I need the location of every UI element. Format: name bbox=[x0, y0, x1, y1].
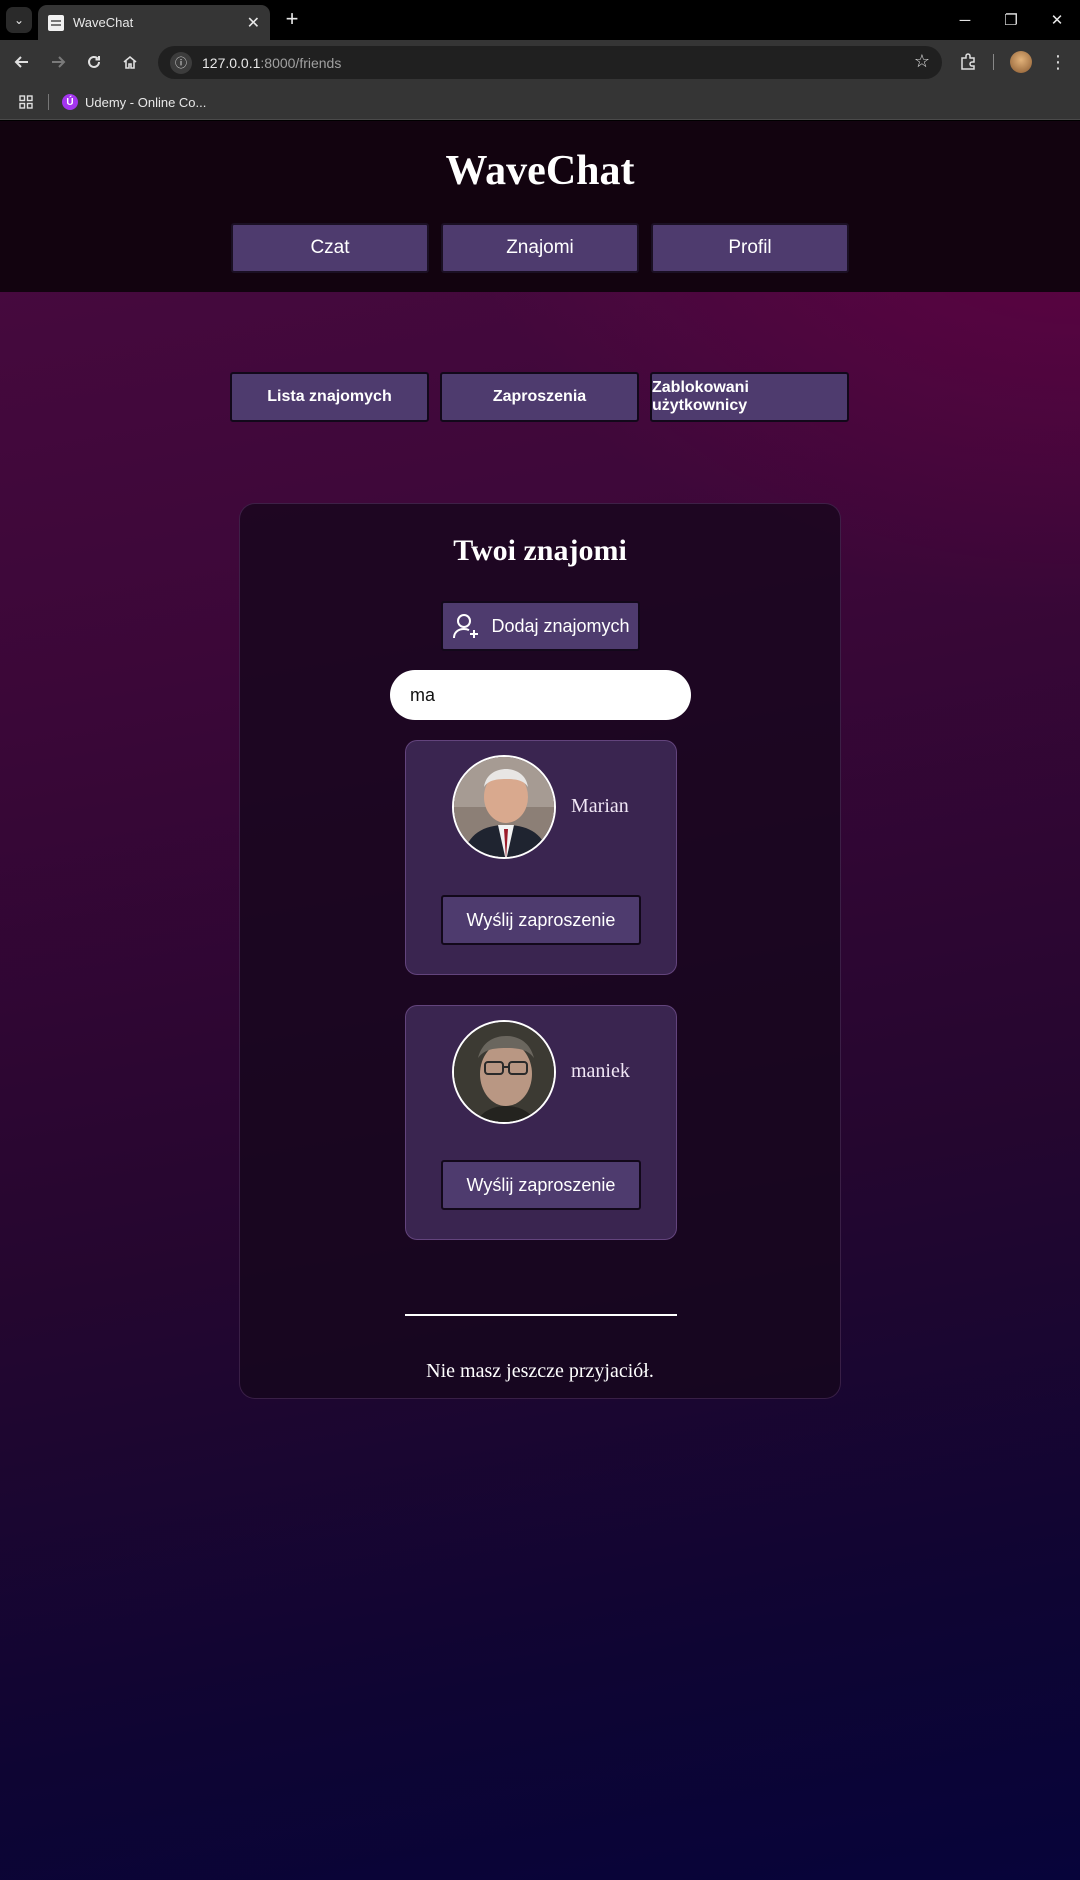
friend-search-input[interactable] bbox=[390, 670, 691, 720]
bookmark-star-icon[interactable]: ☆ bbox=[914, 51, 930, 72]
url-host: 127.0.0.1 bbox=[202, 54, 261, 71]
tab-search-chevron-icon[interactable]: ⌄ bbox=[6, 7, 32, 33]
reload-icon[interactable] bbox=[80, 48, 108, 76]
new-tab-plus-icon[interactable]: + bbox=[280, 8, 304, 32]
bookmark-label: Udemy - Online Co... bbox=[85, 94, 207, 110]
friends-card: Twoi znajomi Dodaj znajomych ma Marian W… bbox=[239, 503, 841, 1399]
page-favicon-icon bbox=[48, 14, 64, 31]
restore-icon[interactable]: ❐ bbox=[988, 0, 1034, 40]
browser-tab[interactable]: WaveChat ✕ bbox=[38, 5, 270, 40]
add-friends-label: Dodaj znajomych bbox=[491, 615, 630, 636]
avatar bbox=[452, 1020, 556, 1124]
user-name: Marian bbox=[571, 795, 629, 817]
menu-kebab-icon[interactable]: ⋮ bbox=[1044, 48, 1072, 76]
tab-title: WaveChat bbox=[73, 15, 134, 30]
nav-profile-button[interactable]: Profil bbox=[651, 223, 849, 273]
add-friends-button[interactable]: Dodaj znajomych bbox=[441, 601, 640, 651]
extensions-puzzle-icon[interactable] bbox=[954, 48, 982, 76]
home-icon[interactable] bbox=[116, 48, 144, 76]
profile-avatar[interactable] bbox=[1007, 48, 1035, 76]
tab-close-icon[interactable]: ✕ bbox=[247, 13, 260, 33]
site-header: WaveChat Czat Znajomi Profil bbox=[0, 121, 1080, 292]
add-user-icon bbox=[453, 614, 479, 639]
site-title: WaveChat bbox=[445, 148, 635, 194]
udemy-logo-icon: Ú bbox=[62, 94, 78, 110]
nav-friends-button[interactable]: Znajomi bbox=[441, 223, 639, 273]
forward-arrow-icon[interactable] bbox=[44, 48, 72, 76]
back-arrow-icon[interactable] bbox=[8, 48, 36, 76]
user-result-card: Marian Wyślij zaproszenie bbox=[405, 740, 677, 975]
minimize-icon[interactable]: ─ bbox=[942, 0, 988, 40]
friends-title: Twoi znajomi bbox=[453, 534, 627, 567]
bookmarks-bar: Ú Udemy - Online Co... bbox=[0, 84, 1080, 120]
divider bbox=[405, 1314, 677, 1316]
address-bar[interactable]: ⓘ 127.0.0.1:8000/friends ☆ bbox=[158, 46, 942, 79]
toolbar-divider bbox=[993, 54, 994, 70]
bookmark-udemy[interactable]: Ú Udemy - Online Co... bbox=[62, 91, 206, 113]
page-viewport: WaveChat Czat Znajomi Profil Lista znajo… bbox=[0, 121, 1080, 1880]
window-close-icon[interactable]: ✕ bbox=[1034, 0, 1080, 40]
site-info-icon[interactable]: ⓘ bbox=[170, 51, 192, 74]
friends-list-tab[interactable]: Lista znajomych bbox=[230, 372, 429, 422]
invitations-tab[interactable]: Zaproszenia bbox=[440, 372, 639, 422]
apps-grid-icon[interactable] bbox=[16, 92, 36, 112]
no-friends-message: Nie masz jeszcze przyjaciół. bbox=[426, 1360, 654, 1382]
avatar bbox=[452, 755, 556, 859]
send-invite-button[interactable]: Wyślij zaproszenie bbox=[441, 895, 641, 945]
blocked-users-tab[interactable]: Zablokowani użytkownicy bbox=[650, 372, 849, 422]
user-result-card: maniek Wyślij zaproszenie bbox=[405, 1005, 677, 1240]
bookmarks-separator bbox=[48, 94, 49, 110]
nav-chat-button[interactable]: Czat bbox=[231, 223, 429, 273]
user-name: maniek bbox=[571, 1060, 630, 1082]
url-path: :8000/friends bbox=[260, 54, 342, 71]
browser-tab-bar: ⌄ WaveChat ✕ + ─ ❐ ✕ bbox=[0, 0, 1080, 40]
send-invite-button[interactable]: Wyślij zaproszenie bbox=[441, 1160, 641, 1210]
